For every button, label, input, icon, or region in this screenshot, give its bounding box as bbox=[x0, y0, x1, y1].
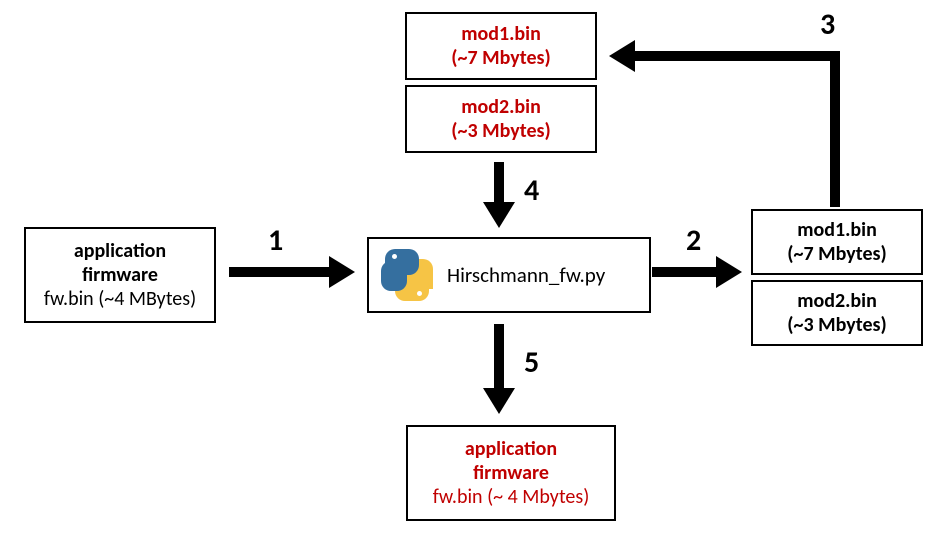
python-icon bbox=[381, 249, 433, 301]
arrow-2-head bbox=[716, 256, 742, 288]
step-label-1: 1 bbox=[268, 222, 283, 259]
firmware-flow-diagram: mod1.bin (~7 Mbytes) mod2.bin (~3 Mbytes… bbox=[0, 0, 936, 542]
arrow-4-head bbox=[483, 202, 515, 228]
arrow-1-shaft bbox=[229, 267, 329, 277]
output-title: application bbox=[465, 437, 557, 461]
arrow-3-shaft-vert bbox=[830, 51, 840, 207]
script-name: Hirschmann_fw.py bbox=[447, 262, 605, 288]
top-mod2-size: (~3 Mbytes) bbox=[451, 119, 551, 143]
input-title: application bbox=[74, 239, 166, 263]
step-label-5: 5 bbox=[524, 344, 539, 381]
right-mod1-size: (~7 Mbytes) bbox=[787, 242, 887, 266]
top-mod1-size: (~7 Mbytes) bbox=[451, 46, 551, 70]
input-file: fw.bin (~4 MBytes) bbox=[44, 287, 196, 311]
arrow-5-shaft bbox=[494, 324, 504, 388]
step-label-2: 2 bbox=[686, 222, 701, 259]
output-subtitle: firmware bbox=[473, 461, 549, 485]
arrow-1-head bbox=[329, 256, 355, 288]
output-file: fw.bin (~ 4 Mbytes) bbox=[433, 485, 590, 509]
right-mod1-name: mod1.bin bbox=[797, 218, 877, 242]
box-top-mod1: mod1.bin (~7 Mbytes) bbox=[405, 12, 597, 80]
right-mod2-name: mod2.bin bbox=[797, 289, 877, 313]
top-mod2-name: mod2.bin bbox=[461, 95, 541, 119]
arrow-3-head bbox=[609, 40, 635, 72]
arrow-3-shaft-horiz bbox=[635, 51, 840, 61]
box-top-mod2: mod2.bin (~3 Mbytes) bbox=[405, 85, 597, 153]
arrow-4-shaft bbox=[494, 162, 504, 202]
box-script: Hirschmann_fw.py bbox=[367, 237, 651, 313]
step-label-4: 4 bbox=[524, 172, 539, 209]
box-output-firmware: application firmware fw.bin (~ 4 Mbytes) bbox=[406, 425, 616, 521]
step-label-3: 3 bbox=[820, 6, 835, 43]
arrow-5-head bbox=[483, 388, 515, 414]
box-right-mod2: mod2.bin (~3 Mbytes) bbox=[751, 280, 923, 346]
right-mod2-size: (~3 Mbytes) bbox=[787, 313, 887, 337]
input-subtitle: firmware bbox=[82, 263, 158, 287]
box-right-mod1: mod1.bin (~7 Mbytes) bbox=[751, 209, 923, 275]
arrow-2-shaft bbox=[652, 267, 716, 277]
top-mod1-name: mod1.bin bbox=[461, 22, 541, 46]
box-input-firmware: application firmware fw.bin (~4 MBytes) bbox=[24, 227, 216, 323]
